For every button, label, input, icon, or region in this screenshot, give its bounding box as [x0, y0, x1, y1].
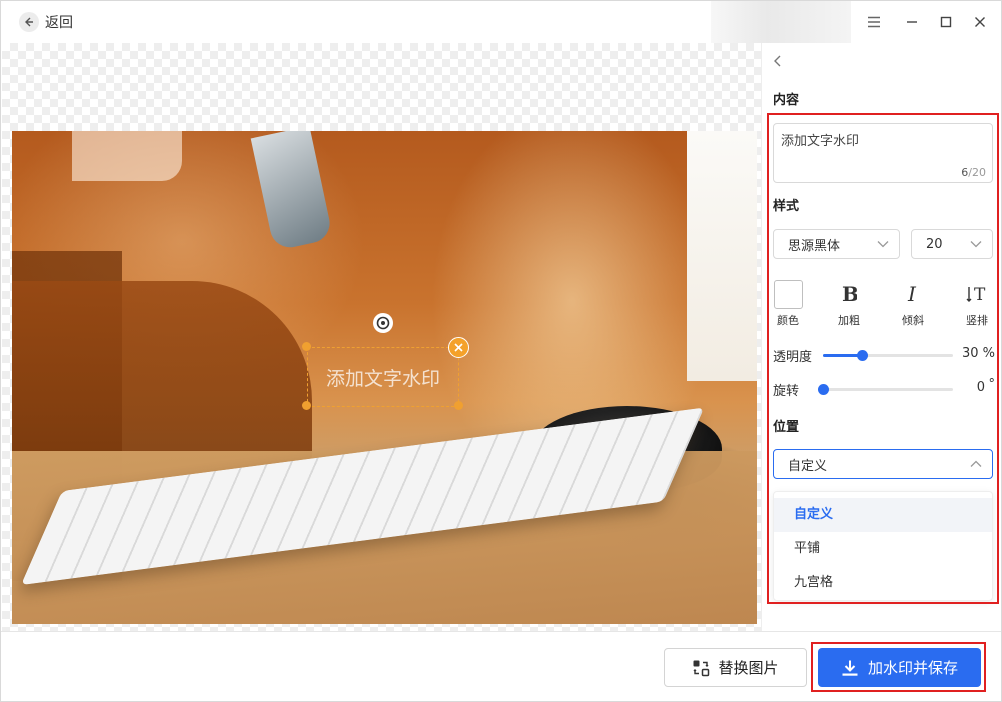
position-section-title: 位置 — [773, 420, 800, 435]
chevron-down-icon — [970, 241, 982, 248]
rotation-slider[interactable] — [818, 384, 953, 395]
italic-icon: I — [897, 279, 929, 309]
char-counter: 6/20 — [961, 166, 986, 179]
color-tool[interactable]: 颜色 — [772, 279, 804, 328]
bottom-action-bar: 替换图片 加水印并保存 — [1, 631, 1001, 701]
content-section-title: 内容 — [773, 93, 800, 108]
color-tool-label: 颜色 — [777, 314, 799, 327]
vertical-text-tool-label: 竖排 — [966, 314, 988, 327]
replace-image-label: 替换图片 — [718, 659, 779, 677]
title-bar-blank-area — [711, 1, 851, 43]
opacity-slider[interactable] — [823, 350, 953, 361]
svg-text:I: I — [907, 284, 917, 304]
rotation-label: 旋转 — [773, 384, 800, 399]
position-option-grid[interactable]: 九宫格 — [774, 566, 992, 600]
rotation-unit: ° — [988, 377, 996, 392]
back-button[interactable]: 返回 — [19, 11, 73, 33]
rotation-value: 0 — [976, 380, 985, 395]
settings-panel: 内容 添加文字水印 6/20 样式 思源黑体 20 颜色 B 加粗 I 倾斜 T… — [761, 43, 1001, 631]
watermark-box[interactable]: 添加文字水印 — [307, 347, 459, 407]
opacity-label: 透明度 — [773, 350, 813, 365]
chevron-down-icon — [877, 241, 889, 248]
close-icon[interactable] — [970, 12, 990, 32]
position-dropdown: 自定义 平铺 九宫格 — [773, 491, 993, 601]
resize-handle-bottom-left[interactable] — [302, 401, 311, 410]
vertical-text-icon: T — [961, 279, 993, 309]
font-size-select[interactable]: 20 — [911, 229, 993, 259]
watermark-text-input-value: 添加文字水印 — [781, 134, 860, 149]
menu-icon[interactable] — [864, 12, 884, 32]
watermark-text: 添加文字水印 — [325, 367, 440, 390]
opacity-slider-thumb[interactable] — [857, 350, 868, 361]
font-family-select[interactable]: 思源黑体 — [773, 229, 900, 259]
preview-canvas: 添加文字水印 — [2, 43, 761, 631]
back-arrow-icon — [19, 12, 39, 32]
char-max: /20 — [968, 166, 986, 179]
watermark-text-input[interactable]: 添加文字水印 6/20 — [773, 123, 993, 183]
bold-tool-label: 加粗 — [838, 314, 860, 327]
add-watermark-save-label: 加水印并保存 — [867, 659, 958, 677]
position-option-custom[interactable]: 自定义 — [774, 498, 992, 532]
replace-image-icon — [693, 660, 710, 676]
font-size-value: 20 — [926, 236, 943, 252]
position-select[interactable]: 自定义 — [773, 449, 993, 479]
opacity-row: 透明度 30 % — [773, 345, 995, 365]
replace-image-button[interactable]: 替换图片 — [664, 648, 807, 687]
maximize-icon[interactable] — [936, 12, 956, 32]
chevron-up-icon — [970, 460, 982, 467]
resize-handle-top-left[interactable] — [302, 342, 311, 351]
italic-tool-label: 倾斜 — [902, 314, 924, 327]
add-watermark-save-button[interactable]: 加水印并保存 — [818, 648, 981, 687]
minimize-icon[interactable] — [902, 12, 922, 32]
watermark-delete-icon[interactable] — [448, 337, 469, 358]
style-section-title: 样式 — [773, 199, 800, 214]
rotation-row: 旋转 0 ° — [773, 377, 996, 399]
bold-icon: B — [833, 279, 865, 309]
title-bar: 返回 — [1, 1, 1001, 43]
svg-text:T: T — [974, 285, 986, 304]
collapse-panel-icon[interactable] — [770, 53, 786, 69]
app-window: 返回 添加文字水印 内容 添加文字水印 6/20 样式 思源黑体 20 颜色 B… — [0, 0, 1002, 702]
download-icon — [842, 660, 858, 676]
back-label: 返回 — [45, 15, 73, 31]
font-family-value: 思源黑体 — [788, 238, 841, 254]
vertical-text-tool[interactable]: T 竖排 — [961, 279, 993, 328]
color-swatch — [773, 279, 803, 309]
bold-tool[interactable]: B 加粗 — [833, 279, 865, 328]
italic-tool[interactable]: I 倾斜 — [897, 279, 929, 328]
rotate-handle-icon[interactable] — [373, 313, 393, 333]
svg-text:B: B — [842, 284, 857, 304]
opacity-value: 30 % — [961, 346, 995, 361]
resize-handle-bottom-right[interactable] — [454, 401, 463, 410]
position-option-tile[interactable]: 平铺 — [774, 532, 992, 566]
position-select-value: 自定义 — [788, 458, 828, 474]
rotation-slider-thumb[interactable] — [818, 384, 829, 395]
